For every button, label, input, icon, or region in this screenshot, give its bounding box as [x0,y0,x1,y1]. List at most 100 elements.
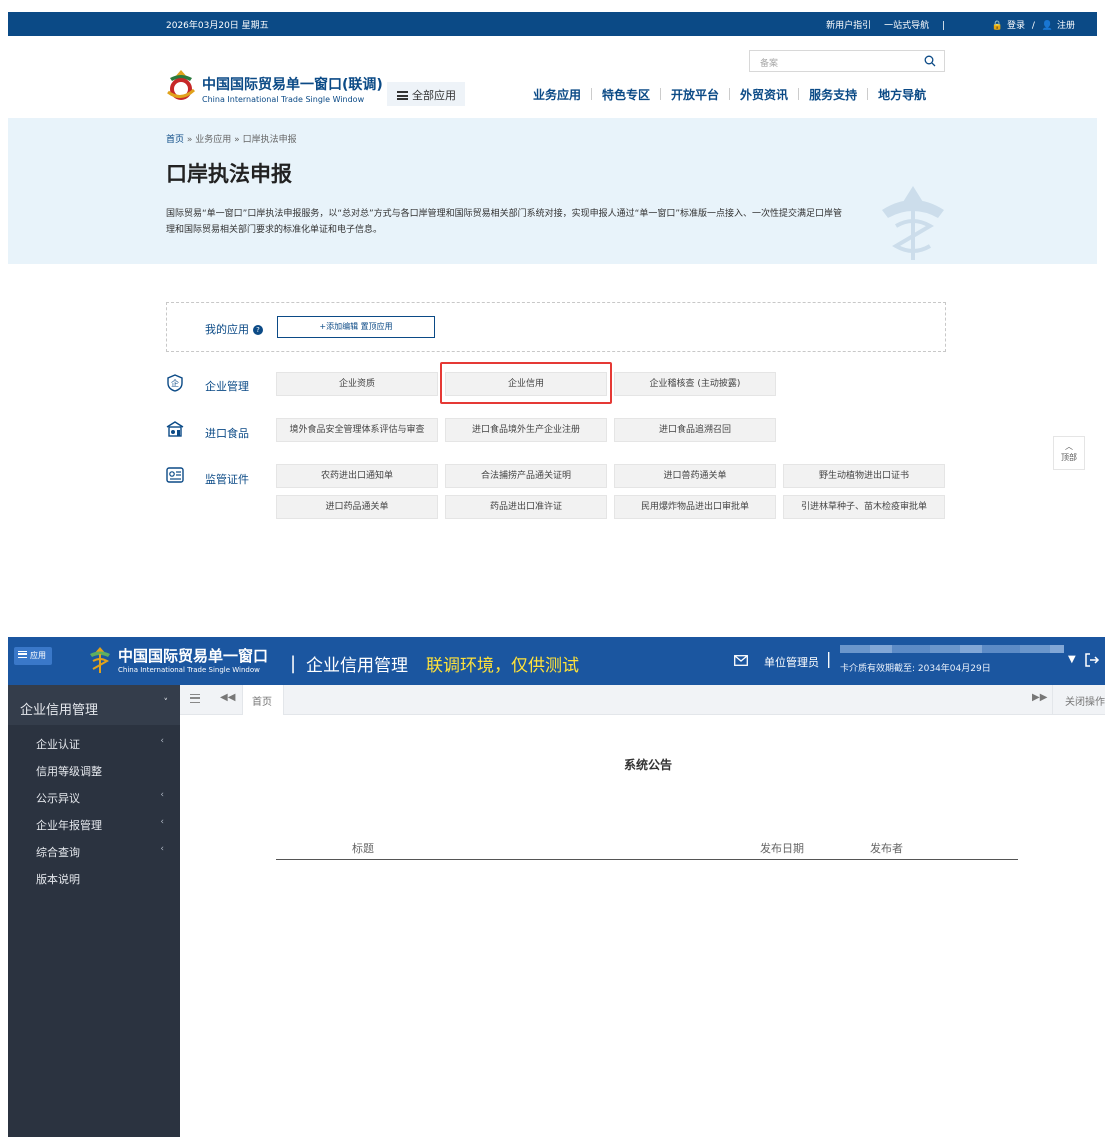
single-window-logo-icon[interactable] [164,68,198,104]
chevron-left-icon: ‹ [160,844,164,854]
service-seed-quarantine-approval[interactable]: 引进林草种子、苗木检疫审批单 [783,495,945,519]
chevron-down-icon: ˅ [163,698,169,708]
svg-text:企: 企 [171,378,179,388]
service-veterinary-drug-clearance[interactable]: 进口兽药通关单 [614,464,776,488]
add-pinned-app-button[interactable]: +添加编辑 置顶应用 [277,316,435,338]
login-link[interactable]: 登录 [1007,21,1025,31]
breadcrumb-home[interactable]: 首页 [166,135,184,145]
masked-company-name [840,645,1064,653]
nav-local[interactable]: 地方导航 [878,86,926,103]
nav-business-apps[interactable]: 业务应用 [533,86,581,103]
close-operations-button[interactable]: 关闭操作 [1052,685,1105,715]
service-legal-fishing-proof[interactable]: 合法捕捞产品通关证明 [445,464,607,488]
app-logo-subtitle: China International Trade Single Window [118,666,260,674]
sidebar: 企业信用管理 ˅ 企业认证 ‹ 信用等级调整 公示异议 ‹ 企业年报管理 ‹ 综合查询… [8,685,180,1137]
certificate-icon [166,467,184,483]
notice-title: 系统公告 [624,758,673,772]
back-to-top-button[interactable]: ︿ 顶部 [1053,436,1085,470]
back-to-top-label: 顶部 [1061,453,1077,462]
app-header: 应用 中国国际贸易单一窗口 China International Trade … [8,637,1105,685]
service-enterprise-qualification[interactable]: 企业资质 [276,372,438,396]
portal-top-bar: 2026年03月20日 星期五 新用户指引 一站式导航 | 🔒 登录 / 👤 注册 [8,12,1097,36]
app-logo-title: 中国国际贸易单一窗口 [118,647,269,665]
service-drug-import-clearance[interactable]: 进口药品通关单 [276,495,438,519]
caret-down-icon[interactable]: ▼ [1068,654,1076,665]
app-menu-button[interactable]: 应用 [14,647,52,665]
nav-divider [591,88,593,100]
sidebar-item-enterprise-certification[interactable]: 企业认证 ‹ [8,733,180,760]
service-food-safety-review[interactable]: 境外食品安全管理体系评估与审查 [276,418,438,442]
card-expiry: 卡介质有效期截至: 2034年04月29日 [840,664,991,674]
sidebar-item-credit-level-adjustment[interactable]: 信用等级调整 [8,760,180,787]
nav-trade-news[interactable]: 外贸资讯 [740,86,788,103]
service-foreign-producer-registration[interactable]: 进口食品境外生产企业注册 [445,418,607,442]
tab-home[interactable]: 首页 [242,685,284,715]
breadcrumb-business-apps[interactable]: 业务应用 [195,135,231,145]
all-apps-label: 全部应用 [412,89,456,102]
portal-logo-subtitle: China International Trade Single Window [202,95,365,104]
menu-icon [397,91,408,100]
header-divider: | [290,653,297,674]
tabs-back-icon[interactable]: ◀◀ [220,692,235,703]
mail-icon[interactable] [734,655,748,666]
user-divider: | [826,649,832,668]
category-regulatory-documents: 监管证件 [205,473,249,486]
tabs-forward-icon[interactable]: ▶▶ [1032,692,1047,703]
app-name: 企业信用管理 [306,656,408,676]
chevron-left-icon: ‹ [160,817,164,827]
search-icon[interactable] [924,55,936,67]
nav-divider [798,88,800,100]
sidebar-item-comprehensive-query[interactable]: 综合查询 ‹ [8,841,180,868]
single-window-logo-icon [90,647,110,673]
highlight-box [440,362,612,404]
enterprise-icon: 企 [167,374,183,392]
sidebar-item-version-notes[interactable]: 版本说明 [8,868,180,895]
service-wildlife-certificate[interactable]: 野生动植物进出口证书 [783,464,945,488]
sidebar-header[interactable]: 企业信用管理 ˅ [8,685,180,725]
sidebar-item-annual-report[interactable]: 企业年报管理 ‹ [8,814,180,841]
logout-icon[interactable] [1084,652,1100,668]
my-apps-label: 我的应用? [205,321,263,337]
topbar-divider: | [941,21,945,31]
chevron-left-icon: ‹ [160,790,164,800]
nav-open-platform[interactable]: 开放平台 [671,86,719,103]
toggle-sidebar-icon[interactable] [190,694,200,703]
service-explosives-approval[interactable]: 民用爆炸物品进出口审批单 [614,495,776,519]
breadcrumb-sep: » [234,135,240,145]
caduceus-emblem-icon [882,186,944,260]
column-publisher: 发布者 [870,842,903,855]
menu-icon [18,651,27,658]
food-icon [166,421,184,437]
all-apps-button[interactable]: 全部应用 [387,82,465,106]
chevron-left-icon: ‹ [160,736,164,746]
register-link[interactable]: 注册 [1057,21,1075,31]
nav-divider [867,88,869,100]
page-description: 国际贸易“单一窗口”口岸执法申报服务，以“总对总”方式与各口岸管理和国际贸易相关… [166,209,842,235]
tab-bar: ◀◀ 首页 ▶▶ 关闭操作 [180,685,1105,715]
current-date: 2026年03月20日 星期五 [166,21,269,31]
page-title: 口岸执法申报 [166,162,292,186]
service-pesticide-notice[interactable]: 农药进出口通知单 [276,464,438,488]
search-placeholder: 备案 [760,59,779,69]
nav-divider [660,88,662,100]
column-publish-date: 发布日期 [760,842,804,855]
credit-system-window: 应用 中国国际贸易单一窗口 China International Trade … [8,637,1105,1137]
user-role: 单位管理员 [764,656,819,669]
service-food-traceability-recall[interactable]: 进口食品追溯召回 [614,418,776,442]
sidebar-item-publicity-objection[interactable]: 公示异议 ‹ [8,787,180,814]
nav-divider [729,88,731,100]
new-user-guide-link[interactable]: 新用户指引 [826,21,871,31]
service-drug-import-export-permit[interactable]: 药品进出口准许证 [445,495,607,519]
service-enterprise-audit[interactable]: 企业稽核查 (主动披露) [614,372,776,396]
nav-support[interactable]: 服务支持 [809,86,857,103]
nav-special-zone[interactable]: 特色专区 [602,86,650,103]
column-title: 标题 [352,842,374,855]
one-stop-nav-link[interactable]: 一站式导航 [884,21,929,31]
my-apps-panel: 我的应用? +添加编辑 置顶应用 [166,302,946,352]
lock-icon: 🔒 [991,21,1003,31]
help-icon[interactable]: ? [253,325,263,335]
search-input[interactable]: 备案 [749,50,945,72]
category-imported-food: 进口食品 [205,427,249,440]
login-slash: / [1031,21,1035,31]
portal-logo-title: 中国国际贸易单一窗口(联调) [202,77,383,93]
